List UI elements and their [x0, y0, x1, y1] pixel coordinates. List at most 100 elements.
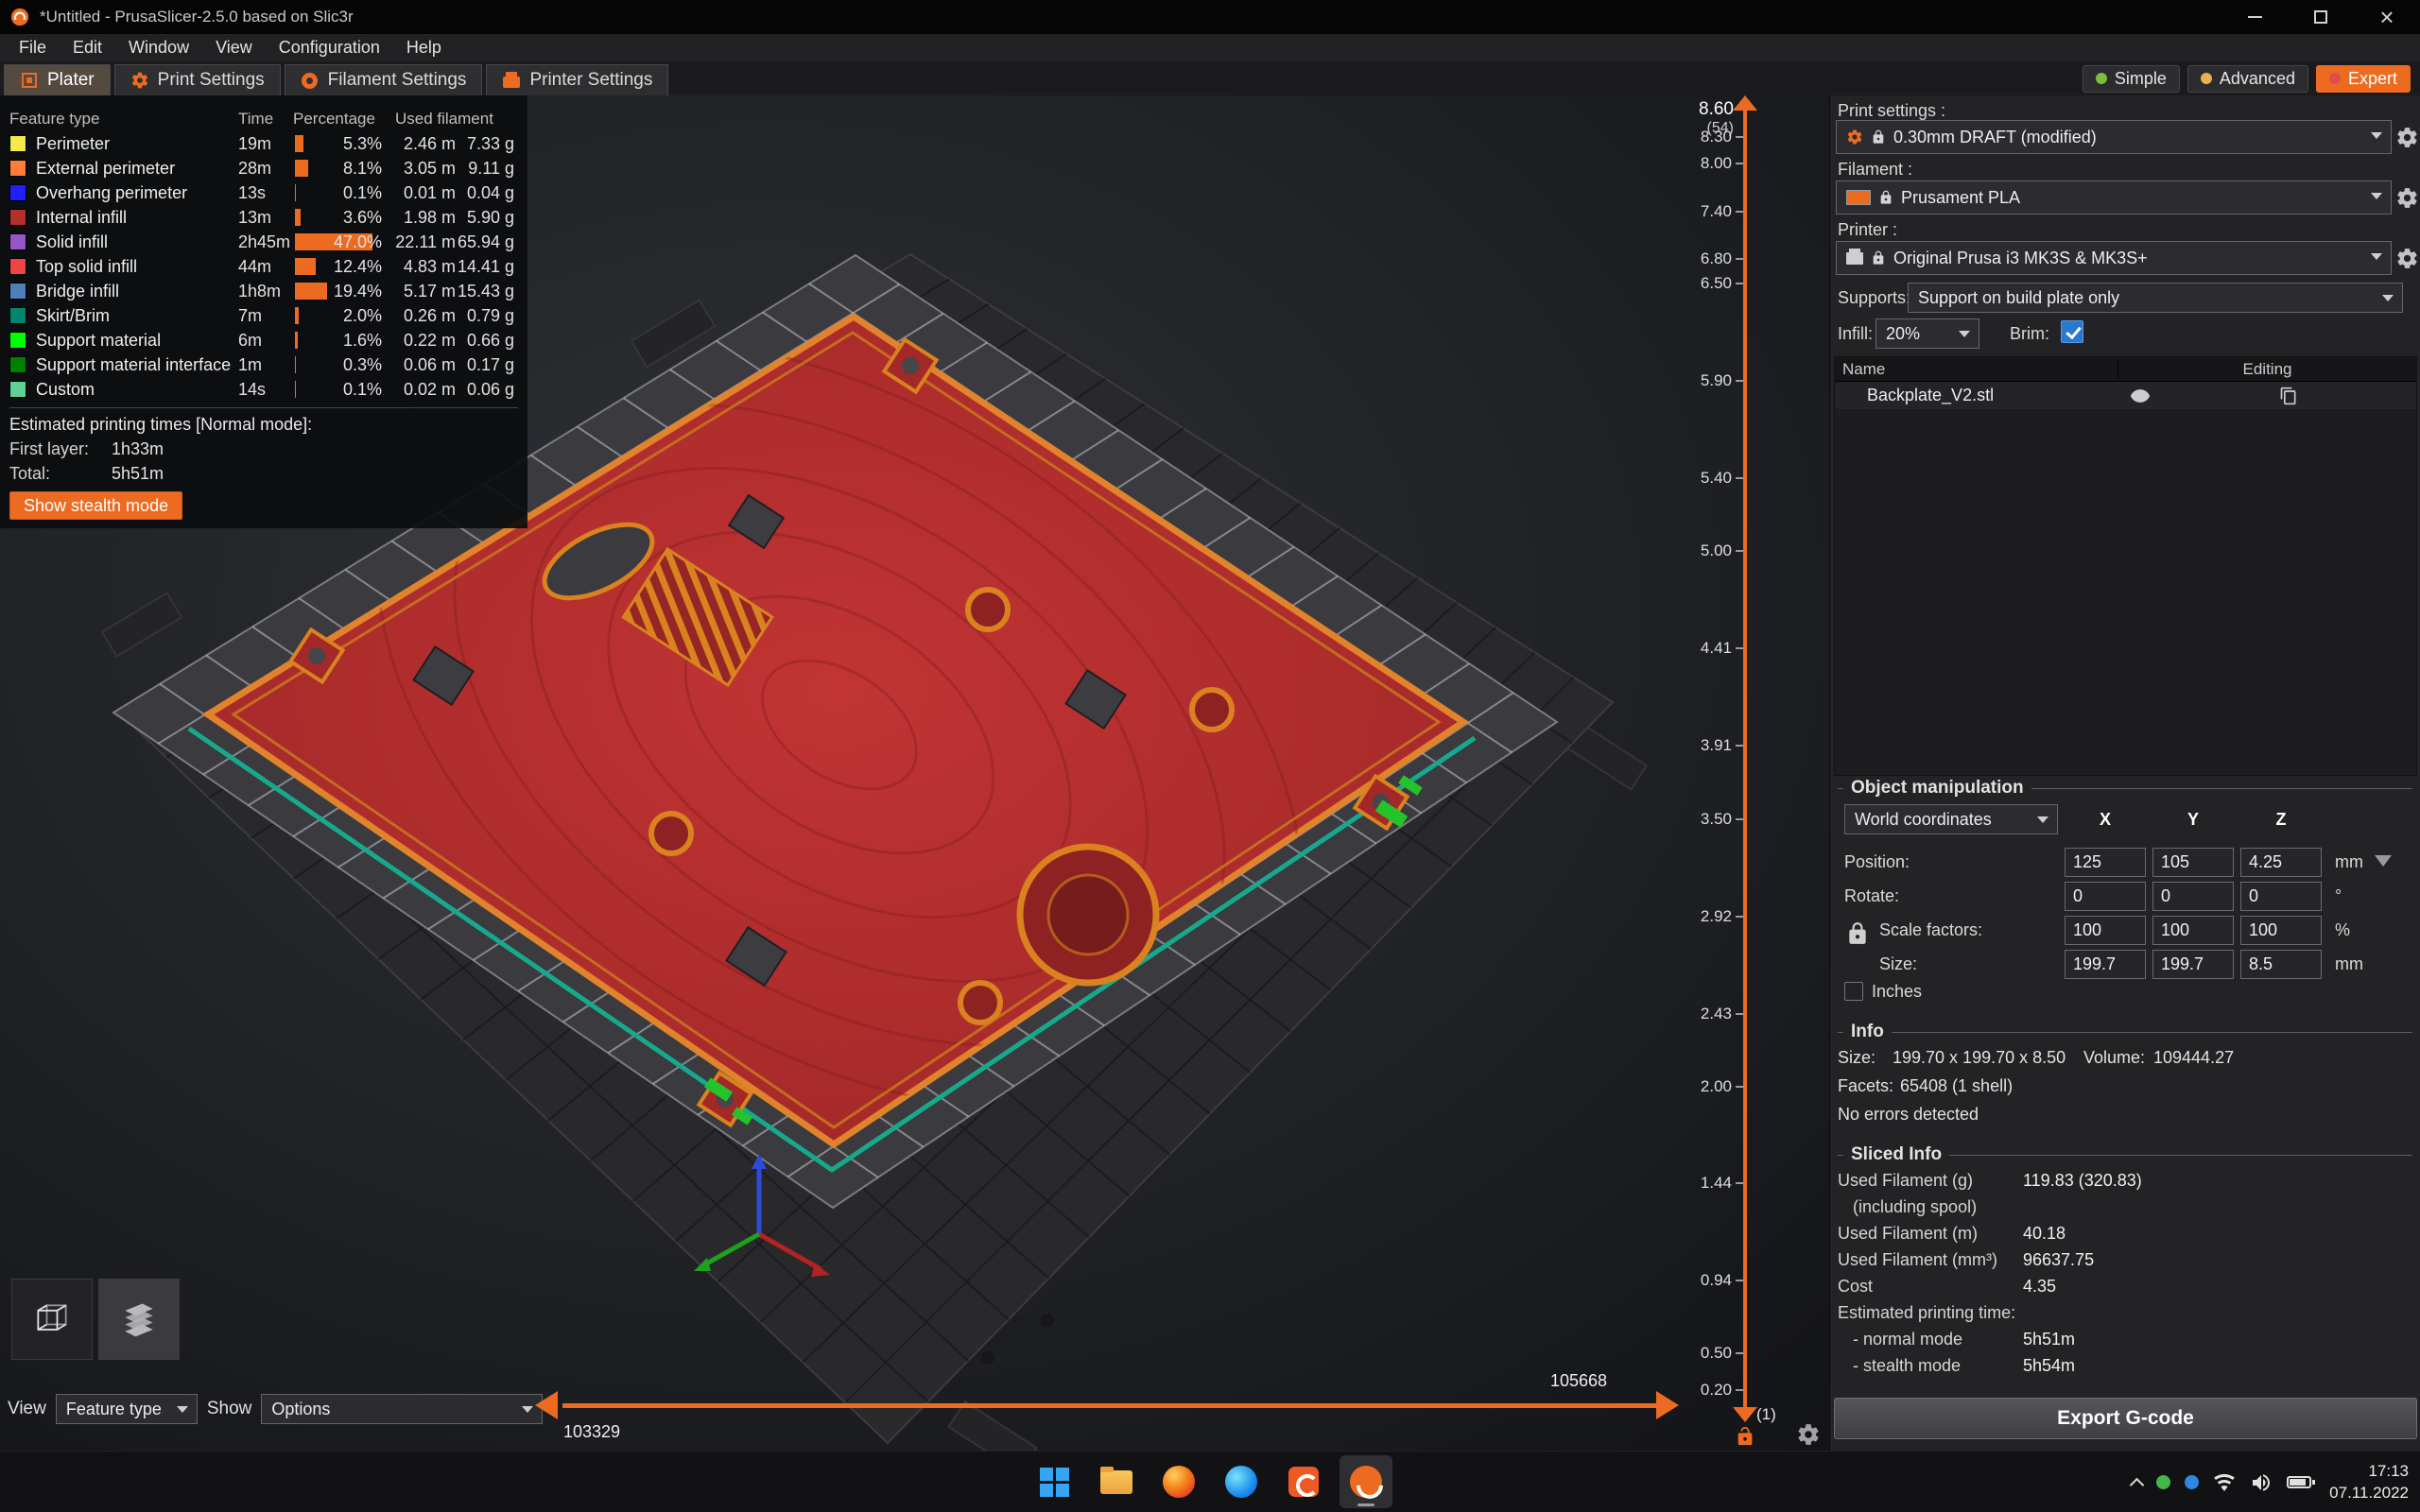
edit-object-icon[interactable] — [2279, 387, 2298, 405]
layer-slider-tick[interactable]: 3.50 — [1683, 809, 1743, 830]
tray-status-blue-icon[interactable] — [2185, 1475, 2199, 1489]
maximize-button[interactable] — [2288, 0, 2354, 34]
legend-row[interactable]: Overhang perimeter 13s 0.1% 0.01 m 0.04 … — [9, 180, 518, 205]
legend-row[interactable]: Skirt/Brim 7m 2.0% 0.26 m 0.79 g — [9, 303, 518, 328]
tray-chevron-up-icon[interactable] — [2130, 1477, 2145, 1492]
layer-slider-tick[interactable]: 5.40 — [1683, 468, 1743, 489]
rotate-y-input[interactable] — [2152, 882, 2234, 911]
file-explorer-button[interactable] — [1090, 1455, 1143, 1508]
menu-item-window[interactable]: Window — [115, 38, 202, 58]
brim-checkbox[interactable] — [2061, 320, 2083, 343]
legend-row[interactable]: Perimeter 19m 5.3% 2.46 m 7.33 g — [9, 131, 518, 156]
layer-slider-tick[interactable]: 8.30 — [1683, 127, 1743, 147]
layer-slider-tick[interactable]: 6.80 — [1683, 249, 1743, 269]
export-gcode-button[interactable]: Export G-code — [1834, 1398, 2417, 1439]
mode-button-expert[interactable]: Expert — [2316, 65, 2411, 93]
firefox-button[interactable] — [1152, 1455, 1205, 1508]
gcode-move-slider[interactable] — [562, 1403, 1657, 1408]
edge-browser-button[interactable] — [1215, 1455, 1268, 1508]
legend-row[interactable]: Support material interface 1m 0.3% 0.06 … — [9, 352, 518, 377]
show-stealth-mode-button[interactable]: Show stealth mode — [9, 491, 182, 520]
mode-button-simple[interactable]: Simple — [2083, 65, 2180, 93]
edit-printer-gear-button[interactable] — [2395, 247, 2419, 270]
infill-combo[interactable]: 20% — [1876, 318, 1979, 349]
battery-icon[interactable] — [2287, 1476, 2311, 1488]
printer-combo[interactable]: Original Prusa i3 MK3S & MK3S+ — [1836, 241, 2392, 275]
legend-row[interactable]: Internal infill 13m 3.6% 1.98 m 5.90 g — [9, 205, 518, 230]
menu-item-help[interactable]: Help — [393, 38, 455, 58]
legend-row[interactable]: Support material 6m 1.6% 0.22 m 0.66 g — [9, 328, 518, 352]
prusaslicer-taskbar-button[interactable] — [1340, 1455, 1392, 1508]
print-settings-combo[interactable]: 0.30mm DRAFT (modified) — [1836, 120, 2392, 154]
size-z-input[interactable] — [2240, 950, 2322, 979]
tab-printer-settings[interactable]: Printer Settings — [486, 64, 668, 95]
position-x-input[interactable] — [2065, 848, 2146, 877]
tab-plater[interactable]: Plater — [4, 64, 111, 95]
layer-slider-tick[interactable]: 6.50 — [1683, 273, 1743, 294]
layer-slider-tick[interactable]: 3.91 — [1683, 735, 1743, 756]
edit-filament-gear-button[interactable] — [2395, 186, 2419, 210]
tab-filament-settings[interactable]: Filament Settings — [285, 64, 483, 95]
preview-view-button[interactable] — [98, 1279, 180, 1360]
layer-slider-top-handle[interactable] — [1733, 95, 1757, 111]
layer-slider-tick[interactable]: 4.41 — [1683, 638, 1743, 659]
layer-slider-tick[interactable]: 7.40 — [1683, 201, 1743, 222]
drop-to-bed-icon[interactable] — [2375, 855, 2392, 867]
scalefactors-x-input[interactable] — [2065, 916, 2146, 945]
legend-row[interactable]: Solid infill 2h45m 47.0% 22.11 m 65.94 g — [9, 230, 518, 254]
layer-slider-tick[interactable]: 0.94 — [1683, 1270, 1743, 1291]
layer-slider-tick[interactable]: 1.44 — [1683, 1173, 1743, 1194]
layer-slider-tick[interactable]: 8.00 — [1683, 153, 1743, 174]
layer-slider[interactable]: 8.60 (54) 8.308.007.406.806.505.905.405.… — [1683, 95, 1829, 1451]
uniform-scale-lock-icon[interactable] — [1845, 921, 1870, 946]
size-x-input[interactable] — [2065, 950, 2146, 979]
volume-icon[interactable] — [2250, 1471, 2273, 1494]
move-slider-right-handle[interactable] — [1656, 1391, 1679, 1419]
layer-slider-bottom-handle[interactable] — [1733, 1407, 1757, 1422]
layer-slider-track[interactable] — [1743, 111, 1747, 1407]
position-z-input[interactable] — [2240, 848, 2322, 877]
visibility-eye-icon[interactable] — [2130, 386, 2151, 406]
layer-slider-tick[interactable]: 2.00 — [1683, 1076, 1743, 1097]
layer-slider-tick[interactable]: 2.92 — [1683, 906, 1743, 927]
taskbar-clock[interactable]: 17:13 07.11.2022 — [2329, 1461, 2409, 1504]
close-button[interactable]: × — [2354, 0, 2420, 34]
supports-combo[interactable]: Support on build plate only — [1908, 283, 2403, 313]
view-type-combo[interactable]: Feature type — [56, 1394, 198, 1424]
menu-item-view[interactable]: View — [202, 38, 266, 58]
coordinate-system-combo[interactable]: World coordinates — [1844, 804, 2058, 834]
layer-slider-tick[interactable]: 0.50 — [1683, 1343, 1743, 1364]
legend-row[interactable]: External perimeter 28m 8.1% 3.05 m 9.11 … — [9, 156, 518, 180]
layer-range-lock-icon[interactable] — [1735, 1426, 1755, 1447]
layer-slider-tick[interactable]: 5.00 — [1683, 541, 1743, 561]
position-y-input[interactable] — [2152, 848, 2234, 877]
slider-settings-gear-icon[interactable] — [1796, 1422, 1821, 1447]
menu-item-edit[interactable]: Edit — [60, 38, 115, 58]
mode-button-advanced[interactable]: Advanced — [2187, 65, 2308, 93]
layer-slider-tick[interactable]: 0.20 — [1683, 1380, 1743, 1400]
utility-app-button[interactable] — [1277, 1455, 1330, 1508]
move-slider-left-handle[interactable] — [535, 1391, 558, 1419]
menu-item-configuration[interactable]: Configuration — [266, 38, 393, 58]
layer-slider-tick[interactable]: 5.90 — [1683, 370, 1743, 391]
object-row[interactable]: Backplate_V2.stl — [1835, 382, 2416, 410]
scalefactors-y-input[interactable] — [2152, 916, 2234, 945]
rotate-x-input[interactable] — [2065, 882, 2146, 911]
legend-row[interactable]: Top solid infill 44m 12.4% 4.83 m 14.41 … — [9, 254, 518, 279]
edit-print-settings-gear-button[interactable] — [2395, 126, 2419, 149]
layer-slider-tick[interactable]: 2.43 — [1683, 1004, 1743, 1024]
filament-combo[interactable]: Prusament PLA — [1836, 180, 2392, 215]
wifi-icon[interactable] — [2213, 1471, 2236, 1494]
scalefactors-z-input[interactable] — [2240, 916, 2322, 945]
rotate-z-input[interactable] — [2240, 882, 2322, 911]
inches-checkbox[interactable] — [1844, 982, 1863, 1001]
legend-row[interactable]: Custom 14s 0.1% 0.02 m 0.06 g — [9, 377, 518, 402]
show-options-combo[interactable]: Options — [261, 1394, 543, 1424]
size-y-input[interactable] — [2152, 950, 2234, 979]
start-button[interactable] — [1028, 1455, 1080, 1508]
minimize-button[interactable] — [2221, 0, 2288, 34]
tab-print-settings[interactable]: Print Settings — [114, 64, 281, 95]
menu-item-file[interactable]: File — [6, 38, 60, 58]
legend-row[interactable]: Bridge infill 1h8m 19.4% 5.17 m 15.43 g — [9, 279, 518, 303]
tray-status-green-icon[interactable] — [2156, 1475, 2170, 1489]
